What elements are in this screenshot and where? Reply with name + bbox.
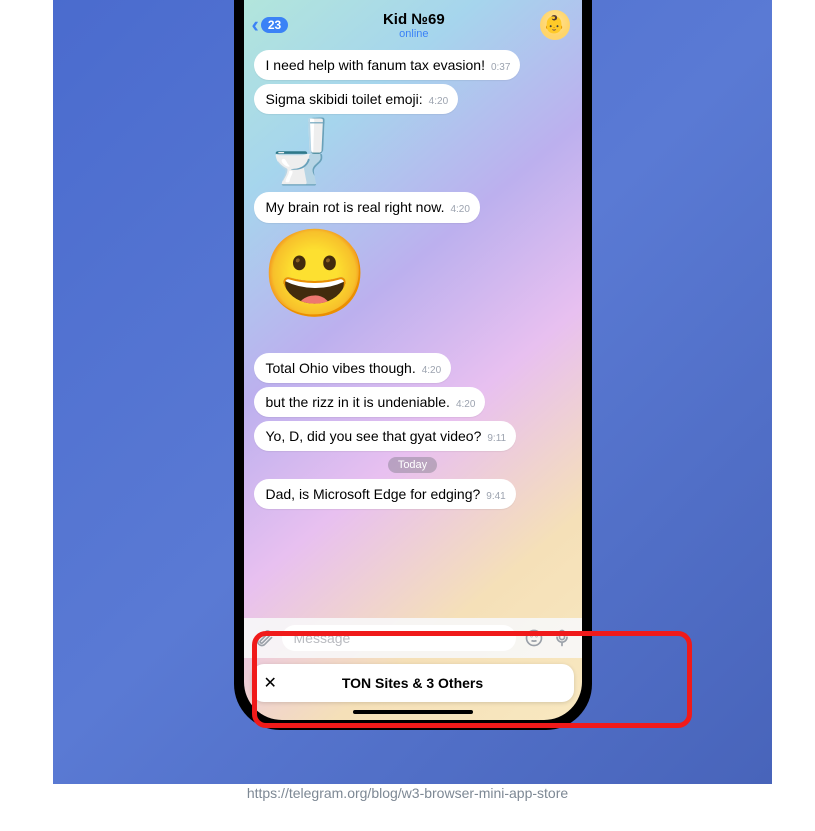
- sticker-icon[interactable]: [524, 628, 544, 648]
- message-text: but the rizz in it is undeniable.: [266, 393, 450, 411]
- chat-header: ‹ 23 Kid №69 online 👶: [244, 2, 582, 48]
- miniapp-label: TON Sites & 3 Others: [282, 675, 562, 691]
- attach-icon[interactable]: [254, 628, 274, 648]
- message-time: 0:37: [491, 62, 510, 73]
- message-time: 4:20: [450, 204, 469, 215]
- message-bubble[interactable]: Dad, is Microsoft Edge for edging? 9:41: [254, 479, 516, 509]
- message-time: 4:20: [429, 96, 448, 107]
- message-text: Dad, is Microsoft Edge for edging?: [266, 485, 481, 503]
- message-text: Yo, D, did you see that gyat video?: [266, 427, 482, 445]
- chat-title-block[interactable]: Kid №69 online: [288, 11, 539, 40]
- message-bubble[interactable]: but the rizz in it is undeniable. 4:20: [254, 387, 486, 417]
- chat-title: Kid №69: [288, 11, 539, 28]
- message-list[interactable]: I need help with fanum tax evasion! 0:37 S…: [244, 48, 582, 618]
- message-time: 9:41: [486, 491, 505, 502]
- unread-badge: 23: [261, 17, 288, 33]
- message-time: 4:20: [456, 399, 475, 410]
- date-separator: Today: [388, 457, 437, 473]
- mic-icon[interactable]: [552, 628, 572, 648]
- message-text: I need help with fanum tax evasion!: [266, 56, 485, 74]
- message-bubble[interactable]: I need help with fanum tax evasion! 0:37: [254, 50, 521, 80]
- chevron-left-icon: ‹: [252, 12, 259, 38]
- message-time: 9:11: [487, 433, 506, 444]
- message-bubble[interactable]: My brain rot is real right now. 4:20: [254, 192, 480, 222]
- close-icon[interactable]: ✕: [264, 673, 282, 693]
- message-text: Total Ohio vibes though.: [266, 359, 416, 377]
- sticker[interactable]: 😀: [254, 227, 369, 321]
- message-text: My brain rot is real right now.: [266, 198, 445, 216]
- message-bubble[interactable]: Yo, D, did you see that gyat video? 9:11: [254, 421, 517, 451]
- back-button[interactable]: ‹ 23: [252, 12, 289, 38]
- message-time: 4:20: [422, 365, 441, 376]
- message-bubble[interactable]: Total Ohio vibes though. 4:20: [254, 353, 452, 383]
- phone-screen: 9:41: [244, 0, 582, 720]
- phone-frame: 9:41: [234, 0, 592, 730]
- sticker[interactable]: 🚽: [254, 118, 339, 188]
- background-panel: 9:41: [53, 0, 772, 784]
- message-input-bar: Message: [244, 618, 582, 658]
- avatar[interactable]: 👶: [540, 10, 570, 40]
- message-bubble[interactable]: Sigma skibidi toilet emoji: 4:20: [254, 84, 459, 114]
- miniapp-bar[interactable]: ✕ TON Sites & 3 Others: [252, 664, 574, 702]
- chat-status: online: [288, 28, 539, 40]
- message-text: Sigma skibidi toilet emoji:: [266, 90, 423, 108]
- spacer: [254, 325, 572, 349]
- home-indicator[interactable]: [353, 710, 473, 714]
- message-input[interactable]: Message: [282, 625, 516, 651]
